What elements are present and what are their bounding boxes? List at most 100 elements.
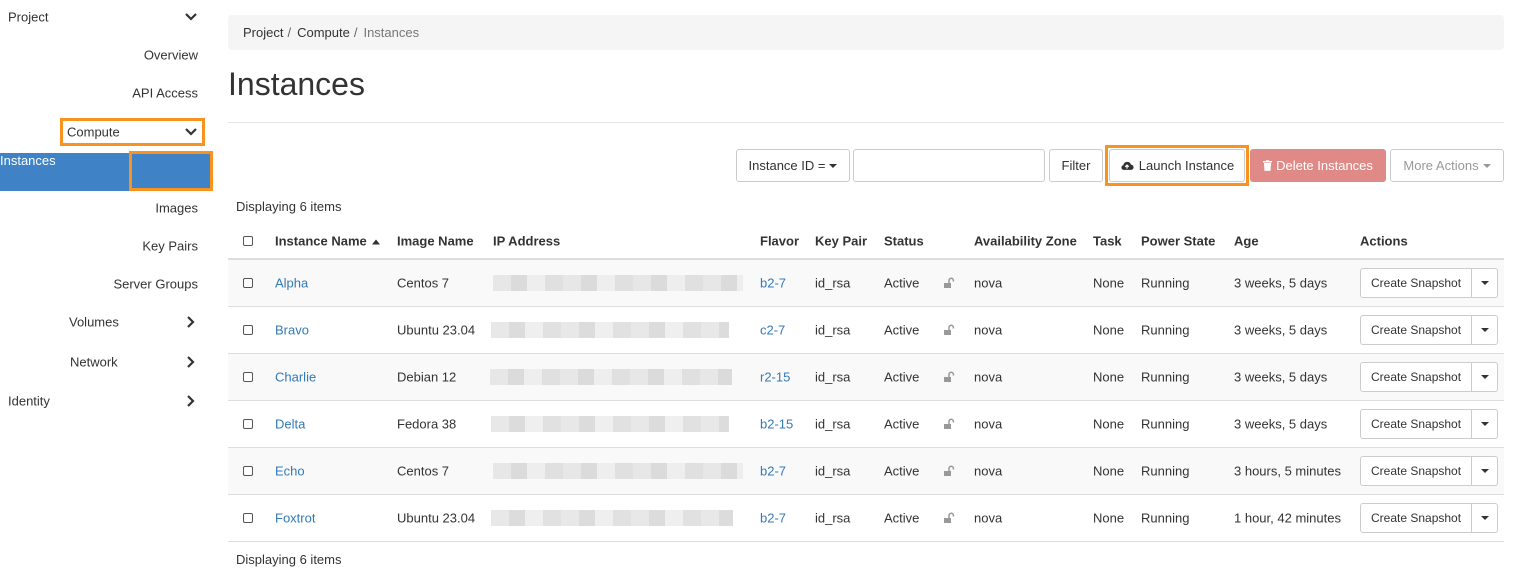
row-actions-dropdown[interactable]	[1472, 362, 1499, 392]
row-actions: Create Snapshot	[1360, 362, 1499, 392]
filter-field-label: Instance ID =	[748, 158, 826, 173]
age: 1 hour, 42 minutes	[1234, 510, 1341, 526]
breadcrumb-compute[interactable]: Compute	[297, 25, 350, 40]
sidebar-item-network[interactable]: Network	[0, 344, 212, 380]
filter-field-select[interactable]: Instance ID =	[736, 149, 850, 182]
power-state: Running	[1141, 463, 1190, 479]
divider	[228, 122, 1504, 123]
row-checkbox[interactable]	[243, 419, 253, 429]
task: None	[1093, 275, 1125, 291]
filter-input[interactable]	[853, 149, 1045, 182]
status: Active	[884, 510, 920, 526]
unlock-icon	[944, 418, 955, 429]
header-image-name[interactable]: Image Name	[397, 234, 474, 249]
sidebar-item-server-groups[interactable]: Server Groups	[0, 266, 212, 302]
key-pair: id_rsa	[815, 369, 851, 385]
ip-address-redacted	[493, 463, 743, 479]
sidebar-item-label: Network	[70, 354, 118, 370]
instance-name-link[interactable]: Delta	[275, 417, 305, 432]
row-checkbox[interactable]	[243, 466, 253, 476]
flavor-link[interactable]: c2-7	[760, 323, 785, 338]
age: 3 weeks, 5 days	[1234, 322, 1328, 338]
header-ip-address[interactable]: IP Address	[493, 234, 560, 249]
filter-button[interactable]: Filter	[1049, 149, 1103, 182]
instance-name-link[interactable]: Echo	[275, 464, 305, 479]
key-pair: id_rsa	[815, 416, 851, 432]
instance-name-link[interactable]: Bravo	[275, 323, 309, 338]
page-title: Instances	[228, 66, 365, 102]
sidebar-item-label: Instances	[0, 153, 56, 168]
row-actions-dropdown[interactable]	[1472, 409, 1499, 439]
create-snapshot-button[interactable]: Create Snapshot	[1360, 503, 1473, 533]
create-snapshot-button[interactable]: Create Snapshot	[1360, 456, 1473, 486]
status: Active	[884, 275, 920, 291]
status: Active	[884, 463, 920, 479]
sidebar-item-identity[interactable]: Identity	[0, 383, 212, 419]
sidebar-item-api-access[interactable]: API Access	[0, 75, 212, 111]
availability-zone: nova	[974, 510, 1003, 526]
sidebar-item-project[interactable]: Project	[0, 0, 212, 35]
sidebar-item-label: Volumes	[69, 314, 119, 330]
header-power-state[interactable]: Power State	[1141, 234, 1215, 249]
flavor-link[interactable]: b2-7	[760, 511, 786, 526]
instance-name-link[interactable]: Alpha	[275, 276, 308, 291]
header-age[interactable]: Age	[1234, 234, 1259, 249]
create-snapshot-button[interactable]: Create Snapshot	[1360, 409, 1473, 439]
flavor-link[interactable]: b2-7	[760, 276, 786, 291]
delete-instances-label: Delete Instances	[1276, 158, 1373, 173]
image-name: Ubuntu 23.04	[397, 510, 476, 526]
flavor-link[interactable]: r2-15	[760, 370, 790, 385]
row-checkbox[interactable]	[243, 325, 253, 335]
key-pair: id_rsa	[815, 463, 851, 479]
flavor-link[interactable]: b2-15	[760, 417, 793, 432]
instance-name-link[interactable]: Foxtrot	[275, 511, 315, 526]
chevron-right-icon	[187, 356, 195, 368]
create-snapshot-button[interactable]: Create Snapshot	[1360, 268, 1473, 298]
row-actions-dropdown[interactable]	[1472, 268, 1499, 298]
header-key-pair[interactable]: Key Pair	[815, 234, 867, 249]
table-row: Foxtrot Ubuntu 23.04 b2-7 id_rsa Active nova N…	[228, 495, 1504, 542]
delete-instances-button[interactable]: Delete Instances	[1250, 149, 1386, 182]
ip-address-redacted	[491, 322, 729, 338]
age: 3 weeks, 5 days	[1234, 275, 1328, 291]
row-actions: Create Snapshot	[1360, 503, 1499, 533]
key-pair: id_rsa	[815, 322, 851, 338]
select-all-checkbox[interactable]	[243, 236, 253, 246]
sidebar-item-label: Server Groups	[113, 276, 198, 292]
task: None	[1093, 369, 1125, 385]
create-snapshot-button[interactable]: Create Snapshot	[1360, 315, 1473, 345]
sidebar-item-key-pairs[interactable]: Key Pairs	[0, 228, 212, 264]
table-header: Instance Name Image Name IP Address Flav…	[228, 224, 1504, 260]
header-flavor[interactable]: Flavor	[760, 234, 799, 249]
sidebar-item-volumes[interactable]: Volumes	[0, 304, 212, 340]
flavor-link[interactable]: b2-7	[760, 464, 786, 479]
row-actions: Create Snapshot	[1360, 268, 1499, 298]
sidebar-item-label: Overview	[143, 47, 198, 63]
breadcrumb-instances: Instances	[363, 25, 420, 40]
row-checkbox[interactable]	[243, 513, 253, 523]
table-row: Bravo Ubuntu 23.04 c2-7 id_rsa Active nova Non…	[228, 307, 1504, 354]
row-actions-dropdown[interactable]	[1472, 315, 1499, 345]
chevron-down-icon	[185, 13, 197, 21]
launch-highlight	[1105, 145, 1249, 186]
row-checkbox[interactable]	[243, 372, 253, 382]
sort-asc-icon	[372, 239, 381, 245]
breadcrumb-project[interactable]: Project	[243, 25, 283, 40]
header-status[interactable]: Status	[884, 234, 924, 249]
instance-name-link[interactable]: Charlie	[275, 370, 316, 385]
header-instance-name[interactable]: Instance Name	[275, 234, 381, 249]
row-actions-dropdown[interactable]	[1472, 456, 1499, 486]
header-availability-zone[interactable]: Availability Zone	[974, 234, 1077, 249]
row-checkbox[interactable]	[243, 278, 253, 288]
caret-down-icon	[1480, 328, 1489, 332]
header-task[interactable]: Task	[1093, 234, 1122, 249]
sidebar-item-overview[interactable]: Overview	[0, 37, 212, 73]
unlock-icon	[944, 277, 955, 288]
row-actions-dropdown[interactable]	[1472, 503, 1499, 533]
filter-button-label: Filter	[1061, 158, 1091, 173]
create-snapshot-button[interactable]: Create Snapshot	[1360, 362, 1473, 392]
sidebar-item-label: Images	[155, 200, 198, 216]
task: None	[1093, 463, 1125, 479]
more-actions-button[interactable]: More Actions	[1390, 149, 1504, 182]
sidebar-item-images[interactable]: Images	[0, 190, 212, 226]
